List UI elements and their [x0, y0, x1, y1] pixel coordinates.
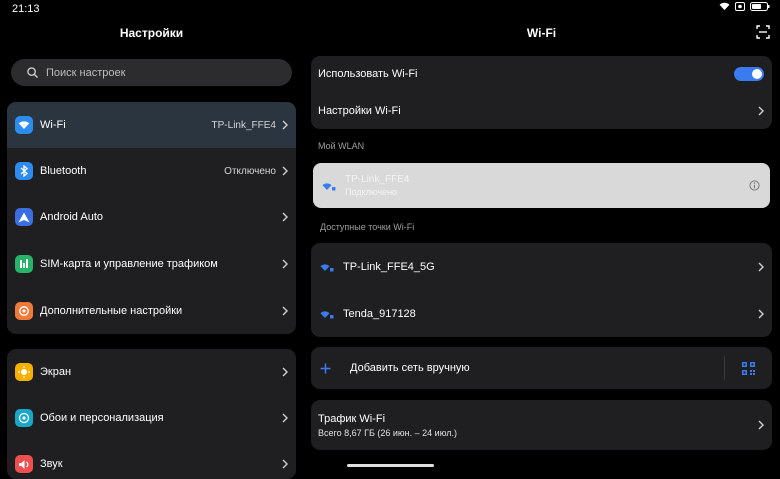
wifi-traffic-row[interactable]: Трафик Wi-Fi Всего 8,67 ГБ (26 июн. – 24…: [311, 400, 772, 450]
android-auto-icon: [15, 208, 33, 226]
settings-title: Настройки: [119, 26, 184, 40]
chevron-right-icon: [758, 262, 764, 271]
wifi-icon: [15, 116, 33, 134]
wifi-status-icon: [719, 2, 730, 11]
sidebar-item-android-auto[interactable]: Android Auto: [7, 194, 296, 240]
sidebar-item-label: Звук: [40, 458, 63, 470]
battery-icon: [750, 2, 770, 11]
wifi-signal-icon: [322, 182, 336, 190]
add-network-card: Добавить сеть вручную: [311, 347, 772, 389]
wifi-page-title: Wi-Fi: [526, 26, 557, 40]
wifi-settings-row[interactable]: Настройки Wi-Fi: [311, 92, 772, 129]
scan-qr-icon[interactable]: [756, 25, 770, 39]
sidebar-item-bluetooth[interactable]: Bluetooth Отключено: [7, 148, 296, 194]
sidebar-item-wallpaper[interactable]: Обои и персонализация: [7, 395, 296, 441]
status-time: 21:13: [12, 3, 40, 15]
network-item[interactable]: Tenda_917128: [311, 290, 772, 337]
sidebar-item-label: Wi-Fi: [40, 119, 66, 131]
sidebar-item-label: Обои и персонализация: [40, 412, 164, 424]
sim-icon: [15, 254, 33, 273]
chevron-right-icon: [282, 413, 288, 423]
sidebar-item-more-settings[interactable]: Дополнительные настройки: [7, 287, 296, 334]
network-ssid: TP-Link_FFE4_5G: [343, 260, 435, 273]
network-ssid: Tenda_917128: [343, 307, 416, 320]
sidebar-item-value: Отключено: [224, 165, 276, 177]
wifi-main-card: Использовать Wi-Fi Настройки Wi-Fi: [311, 56, 772, 129]
sidebar-item-label: Экран: [40, 366, 72, 378]
sidebar-item-wifi[interactable]: Wi-Fi TP-Link_FFE4: [7, 102, 296, 148]
available-networks-card: TP-Link_FFE4_5G Tenda_917128: [311, 243, 772, 337]
my-wlan-label: Мой WLAN: [318, 141, 365, 151]
settings-group-connections: Wi-Fi TP-Link_FFE4 Bluetooth Отключено A…: [7, 102, 296, 334]
use-wifi-row[interactable]: Использовать Wi-Fi: [311, 56, 772, 92]
divider: [724, 356, 725, 380]
add-network-label: Добавить сеть вручную: [350, 362, 470, 374]
sidebar-item-label: SIM-карта и управление трафиком: [40, 257, 218, 270]
chevron-right-icon: [282, 212, 288, 222]
sidebar-item-sound[interactable]: Звук: [7, 441, 296, 479]
status-icons: [719, 2, 770, 11]
chevron-right-icon: [282, 166, 288, 176]
sidebar-item-sim[interactable]: SIM-карта и управление трафиком: [7, 240, 296, 287]
wifi-signal-icon: [320, 310, 334, 318]
available-networks-label: Доступные точки Wi-Fi: [320, 222, 415, 232]
wifi-settings-label: Настройки Wi-Fi: [318, 104, 401, 117]
chevron-right-icon: [758, 309, 764, 318]
plus-icon: [320, 363, 331, 373]
add-network-button[interactable]: Добавить сеть вручную: [311, 347, 724, 389]
use-wifi-label: Использовать Wi-Fi: [318, 68, 418, 80]
connected-ssid: TP-Link_FFE4: [345, 174, 410, 185]
qr-code-icon[interactable]: [742, 361, 755, 375]
sound-icon: [15, 455, 33, 473]
more-settings-icon: [15, 301, 33, 320]
search-input[interactable]: Поиск настроек: [11, 59, 292, 86]
chevron-right-icon: [282, 367, 288, 377]
wifi-signal-icon: [320, 263, 334, 271]
settings-group-personalization: Экран Обои и персонализация Звук: [7, 349, 296, 479]
home-indicator[interactable]: [347, 464, 434, 467]
traffic-title: Трафик Wi-Fi: [318, 412, 386, 425]
screen-record-icon: [735, 2, 745, 11]
wifi-toggle[interactable]: [734, 67, 764, 81]
sidebar-item-label: Android Auto: [40, 211, 103, 223]
connected-network[interactable]: TP-Link_FFE4 Подключено: [313, 163, 770, 208]
search-icon: [27, 67, 38, 78]
network-item[interactable]: TP-Link_FFE4_5G: [311, 243, 772, 290]
palette-icon: [15, 409, 33, 427]
chevron-right-icon: [758, 106, 764, 115]
info-icon[interactable]: [749, 180, 760, 191]
search-placeholder: Поиск настроек: [46, 66, 126, 79]
chevron-right-icon: [282, 306, 288, 315]
sidebar-item-display[interactable]: Экран: [7, 349, 296, 395]
chevron-right-icon: [758, 420, 764, 430]
traffic-detail: Всего 8,67 ГБ (26 июн. – 24 июл.): [318, 427, 457, 438]
sun-icon: [15, 363, 33, 381]
toggle-knob: [752, 69, 762, 79]
sidebar-item-value: TP-Link_FFE4: [211, 119, 276, 131]
chevron-right-icon: [282, 259, 288, 268]
connected-status: Подключено: [345, 187, 398, 197]
sidebar-item-label: Дополнительные настройки: [40, 304, 183, 317]
chevron-right-icon: [282, 120, 288, 130]
bluetooth-icon: [15, 162, 33, 180]
sidebar-item-label: Bluetooth: [40, 165, 87, 177]
